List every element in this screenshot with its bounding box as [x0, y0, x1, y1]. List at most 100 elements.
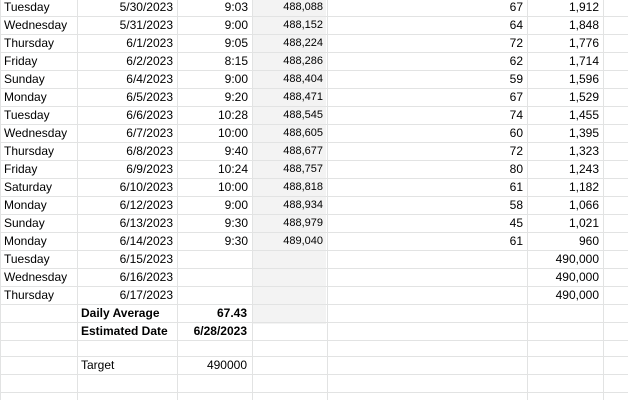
difference-cell[interactable]: [328, 286, 527, 304]
date-cell[interactable]: 6/8/2023: [78, 142, 177, 160]
reading-cell[interactable]: 488,757: [253, 160, 327, 178]
date-cell[interactable]: 6/6/2023: [78, 106, 177, 124]
reading-cell[interactable]: 488,818: [253, 178, 327, 196]
difference-cell[interactable]: 67: [328, 0, 527, 16]
date-cell[interactable]: 6/4/2023: [78, 70, 177, 88]
date-cell[interactable]: 6/2/2023: [78, 52, 177, 70]
remaining-cell[interactable]: 1,776: [528, 34, 603, 52]
difference-cell[interactable]: 67: [328, 88, 527, 106]
remaining-cell[interactable]: 1,848: [528, 16, 603, 34]
difference-cell[interactable]: [328, 268, 527, 286]
remaining-cell[interactable]: 1,066: [528, 196, 603, 214]
difference-cell[interactable]: 62: [328, 52, 527, 70]
day-cell[interactable]: Tuesday: [0, 0, 77, 16]
date-cell[interactable]: 5/31/2023: [78, 16, 177, 34]
date-cell[interactable]: 6/12/2023: [78, 196, 177, 214]
date-cell[interactable]: 6/7/2023: [78, 124, 177, 142]
date-cell[interactable]: 6/14/2023: [78, 232, 177, 250]
remaining-cell[interactable]: 490,000: [528, 286, 603, 304]
reading-cell[interactable]: [253, 250, 327, 268]
time-cell[interactable]: 10:00: [178, 124, 252, 142]
date-cell[interactable]: 6/16/2023: [78, 268, 177, 286]
remaining-cell[interactable]: 1,714: [528, 52, 603, 70]
time-cell[interactable]: 9:00: [178, 70, 252, 88]
remaining-cell[interactable]: 1,182: [528, 178, 603, 196]
time-cell[interactable]: 10:24: [178, 160, 252, 178]
difference-cell[interactable]: 58: [328, 196, 527, 214]
time-cell[interactable]: 9:30: [178, 214, 252, 232]
time-cell[interactable]: 9:30: [178, 232, 252, 250]
day-cell[interactable]: Saturday: [0, 178, 77, 196]
difference-cell[interactable]: 64: [328, 16, 527, 34]
remaining-cell[interactable]: 1,912: [528, 0, 603, 16]
remaining-cell[interactable]: 1,529: [528, 88, 603, 106]
day-cell[interactable]: Thursday: [0, 34, 77, 52]
daily-average-label[interactable]: Daily Average: [77, 304, 181, 322]
reading-cell[interactable]: 488,088: [253, 0, 327, 16]
time-cell[interactable]: [178, 250, 252, 268]
daily-average-value[interactable]: 67.43: [178, 304, 251, 322]
difference-cell[interactable]: 61: [328, 232, 527, 250]
time-cell[interactable]: 9:03: [178, 0, 252, 16]
reading-cell[interactable]: 488,979: [253, 214, 327, 232]
time-cell[interactable]: 10:28: [178, 106, 252, 124]
date-cell[interactable]: 6/13/2023: [78, 214, 177, 232]
reading-cell[interactable]: [253, 268, 327, 286]
date-cell[interactable]: 6/5/2023: [78, 88, 177, 106]
remaining-cell[interactable]: 1,596: [528, 70, 603, 88]
spreadsheet-grid[interactable]: Tuesday 5/30/2023 9:03 488,088 67 1,912 Wednes…: [0, 0, 628, 400]
date-cell[interactable]: 6/15/2023: [78, 250, 177, 268]
target-value[interactable]: 490000: [178, 356, 251, 374]
estimated-date-value[interactable]: 6/28/2023: [178, 322, 251, 340]
difference-cell[interactable]: 72: [328, 34, 527, 52]
reading-cell[interactable]: 489,040: [253, 232, 327, 250]
remaining-cell[interactable]: 960: [528, 232, 603, 250]
time-cell[interactable]: 9:05: [178, 34, 252, 52]
remaining-cell[interactable]: 1,455: [528, 106, 603, 124]
difference-cell[interactable]: 80: [328, 160, 527, 178]
time-cell[interactable]: [178, 286, 252, 304]
date-cell[interactable]: 6/10/2023: [78, 178, 177, 196]
reading-cell[interactable]: 488,677: [253, 142, 327, 160]
day-cell[interactable]: Wednesday: [0, 16, 77, 34]
day-cell[interactable]: Friday: [0, 160, 77, 178]
date-cell[interactable]: 6/17/2023: [78, 286, 177, 304]
time-cell[interactable]: 10:00: [178, 178, 252, 196]
day-cell[interactable]: Thursday: [0, 286, 77, 304]
time-cell[interactable]: 9:00: [178, 16, 252, 34]
remaining-cell[interactable]: 490,000: [528, 250, 603, 268]
time-cell[interactable]: [178, 268, 252, 286]
date-cell[interactable]: 5/30/2023: [78, 0, 177, 16]
reading-cell[interactable]: 488,286: [253, 52, 327, 70]
day-cell[interactable]: Wednesday: [0, 268, 77, 286]
day-cell[interactable]: Sunday: [0, 70, 77, 88]
remaining-cell[interactable]: 1,243: [528, 160, 603, 178]
reading-cell[interactable]: 488,471: [253, 88, 327, 106]
day-cell[interactable]: Monday: [0, 88, 77, 106]
reading-cell[interactable]: 488,605: [253, 124, 327, 142]
reading-cell[interactable]: [253, 286, 327, 304]
reading-cell[interactable]: 488,224: [253, 34, 327, 52]
day-cell[interactable]: Tuesday: [0, 106, 77, 124]
reading-cell[interactable]: 488,934: [253, 196, 327, 214]
date-cell[interactable]: 6/9/2023: [78, 160, 177, 178]
time-cell[interactable]: 9:40: [178, 142, 252, 160]
date-cell[interactable]: 6/1/2023: [78, 34, 177, 52]
target-label[interactable]: Target: [77, 356, 181, 374]
estimated-date-label[interactable]: Estimated Date: [77, 322, 181, 340]
difference-cell[interactable]: 59: [328, 70, 527, 88]
remaining-cell[interactable]: 1,395: [528, 124, 603, 142]
day-cell[interactable]: Tuesday: [0, 250, 77, 268]
reading-cell[interactable]: 488,404: [253, 70, 327, 88]
reading-cell[interactable]: 488,545: [253, 106, 327, 124]
remaining-cell[interactable]: 1,021: [528, 214, 603, 232]
day-cell[interactable]: Thursday: [0, 142, 77, 160]
difference-cell[interactable]: 45: [328, 214, 527, 232]
remaining-cell[interactable]: 490,000: [528, 268, 603, 286]
reading-cell[interactable]: 488,152: [253, 16, 327, 34]
day-cell[interactable]: Friday: [0, 52, 77, 70]
difference-cell[interactable]: 61: [328, 178, 527, 196]
difference-cell[interactable]: 60: [328, 124, 527, 142]
difference-cell[interactable]: 74: [328, 106, 527, 124]
difference-cell[interactable]: [328, 250, 527, 268]
